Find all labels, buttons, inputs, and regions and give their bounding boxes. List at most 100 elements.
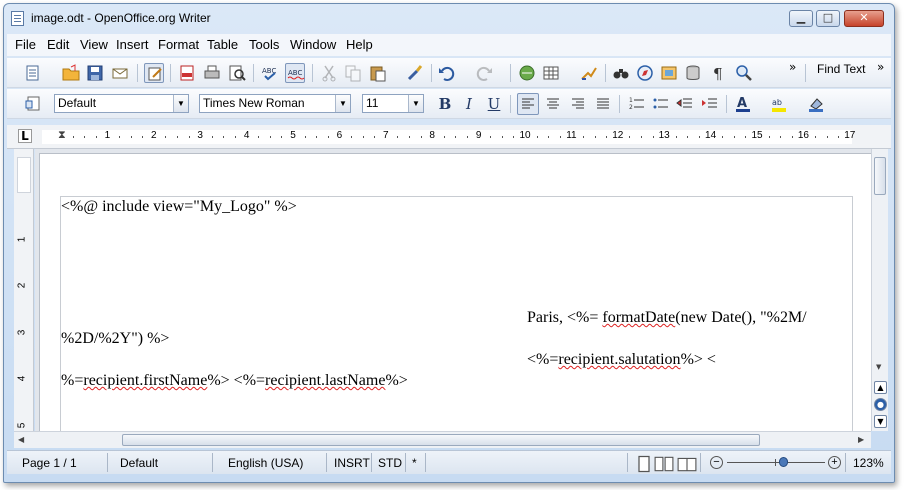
open-folder-icon[interactable]: [61, 63, 81, 83]
vertical-scroll-thumb[interactable]: [874, 157, 886, 195]
menu-tools[interactable]: Tools: [249, 37, 279, 52]
scroll-right-arrow-icon[interactable]: ▶: [858, 435, 864, 444]
new-document-icon[interactable]: [23, 63, 43, 83]
font-color-icon[interactable]: A: [733, 94, 753, 114]
save-icon[interactable]: [85, 63, 105, 83]
find-replace-icon[interactable]: [611, 63, 631, 83]
language-indicator[interactable]: English (USA): [228, 456, 303, 470]
spellcheck-icon[interactable]: ABC: [260, 63, 280, 83]
styles-formatting-icon[interactable]: [23, 94, 43, 114]
menu-window[interactable]: Window: [290, 37, 336, 52]
menu-format[interactable]: Format: [158, 37, 199, 52]
menu-edit[interactable]: Edit: [47, 37, 69, 52]
scroll-down-arrow-icon[interactable]: ▼: [876, 363, 881, 371]
zoom-icon[interactable]: [734, 63, 754, 83]
doc-line-2[interactable]: Paris, <%= formatDate(new Date(), "%2M/: [527, 309, 807, 327]
horizontal-scrollbar[interactable]: ◀ ▶: [14, 431, 871, 448]
single-page-view-icon[interactable]: [634, 454, 650, 473]
zoom-percentage[interactable]: 123%: [853, 456, 884, 470]
doc-line-3[interactable]: %2D/%2Y") %>: [61, 330, 169, 348]
font-size-select[interactable]: 11 ▼: [362, 94, 424, 113]
bullets-icon[interactable]: [651, 94, 671, 114]
menu-table[interactable]: Table: [207, 37, 238, 52]
hyperlink-icon[interactable]: [517, 63, 537, 83]
doc-line-5[interactable]: %=recipient.firstName%> <%=recipient.las…: [61, 372, 408, 390]
gallery-icon[interactable]: [659, 63, 679, 83]
increase-indent-icon[interactable]: [700, 94, 720, 114]
background-color-icon[interactable]: [806, 94, 826, 114]
print-preview-icon[interactable]: [227, 63, 247, 83]
paragraph-style-select[interactable]: Default ▼: [54, 94, 189, 113]
zoom-in-icon[interactable]: +: [828, 456, 841, 469]
chevron-down-icon[interactable]: ▼: [408, 95, 423, 112]
document-page[interactable]: <%@ include view="My_Logo" %> Paris, <%=…: [39, 153, 871, 431]
find-text-label[interactable]: Find Text: [817, 62, 865, 76]
menu-file[interactable]: File: [15, 37, 36, 52]
menu-view[interactable]: View: [80, 37, 108, 52]
undo-icon[interactable]: [437, 63, 457, 83]
vertical-ruler[interactable]: 1 2 3 4 5: [14, 149, 34, 431]
doc-line-1[interactable]: <%@ include view="My_Logo" %>: [61, 198, 297, 216]
close-button[interactable]: ✕: [844, 10, 884, 27]
zoom-slider-thumb[interactable]: [779, 457, 789, 467]
menu-insert[interactable]: Insert: [116, 37, 149, 52]
selection-mode-indicator[interactable]: STD: [378, 456, 402, 470]
document-modified-indicator[interactable]: *: [412, 456, 417, 470]
bold-icon[interactable]: B: [435, 94, 455, 114]
align-left-icon[interactable]: [517, 93, 539, 115]
tab-stop-selector[interactable]: L: [18, 129, 32, 143]
email-icon[interactable]: [110, 63, 130, 83]
justify-icon[interactable]: [593, 94, 613, 114]
underline-icon[interactable]: U: [484, 94, 504, 114]
doc-line-4[interactable]: <%=recipient.salutation%> <: [527, 351, 716, 369]
data-sources-icon[interactable]: [683, 63, 703, 83]
book-view-icon[interactable]: [677, 454, 697, 472]
next-page-icon[interactable]: ▼: [874, 415, 887, 428]
copy-icon[interactable]: [343, 63, 363, 83]
ruler-tick: [362, 136, 364, 138]
redo-icon[interactable]: [474, 63, 494, 83]
vertical-ruler-number: 3: [16, 329, 28, 336]
autospellcheck-icon[interactable]: ABC: [285, 63, 305, 83]
align-center-icon[interactable]: [543, 94, 563, 114]
horizontal-scroll-thumb[interactable]: [122, 434, 760, 446]
paste-icon[interactable]: [368, 63, 388, 83]
print-icon[interactable]: [202, 63, 222, 83]
indent-marker-icon[interactable]: ⧗: [58, 128, 66, 142]
ruler-number: 13: [658, 130, 670, 141]
draw-functions-icon[interactable]: [579, 63, 599, 83]
font-name-select[interactable]: Times New Roman ▼: [199, 94, 351, 113]
horizontal-ruler[interactable]: L ⧗ 1 2 3 4 5 6 7 8 9 10 11 12 13 14 15 16 17: [7, 125, 891, 149]
zoom-out-icon[interactable]: −: [710, 456, 723, 469]
chevron-down-icon[interactable]: ▼: [173, 95, 188, 112]
formatting-marks-icon[interactable]: ¶: [709, 63, 729, 83]
highlighting-icon[interactable]: ab: [769, 94, 789, 114]
align-right-icon[interactable]: [568, 94, 588, 114]
clone-formatting-icon[interactable]: [405, 63, 425, 83]
page-style[interactable]: Default: [120, 456, 158, 470]
edit-mode-icon[interactable]: [144, 63, 164, 83]
previous-page-icon[interactable]: ▲: [874, 381, 887, 394]
toolbar-overflow-button[interactable]: »: [789, 60, 796, 74]
export-pdf-icon[interactable]: [177, 63, 197, 83]
italic-icon[interactable]: I: [459, 94, 479, 114]
insert-mode-indicator[interactable]: INSRT: [334, 456, 370, 470]
menu-help[interactable]: Help: [346, 37, 373, 52]
vertical-scrollbar[interactable]: ▼ ▲ ● ▼: [871, 149, 888, 431]
ruler-number: 16: [797, 130, 809, 141]
chevron-down-icon[interactable]: ▼: [335, 95, 350, 112]
scroll-left-arrow-icon[interactable]: ◀: [18, 435, 24, 444]
multi-page-view-icon[interactable]: [654, 454, 674, 472]
navigator-icon[interactable]: [635, 63, 655, 83]
document-area[interactable]: <%@ include view="My_Logo" %> Paris, <%=…: [35, 149, 871, 431]
cut-icon[interactable]: [319, 63, 339, 83]
table-icon[interactable]: [541, 63, 561, 83]
navigation-icon[interactable]: ●: [874, 398, 887, 411]
minimize-button[interactable]: ▁: [789, 10, 813, 27]
decrease-indent-icon[interactable]: [675, 94, 695, 114]
maximize-button[interactable]: □: [816, 10, 840, 27]
zoom-slider-track[interactable]: [727, 462, 825, 463]
page-indicator[interactable]: Page 1 / 1: [22, 456, 77, 470]
numbering-icon[interactable]: 12: [627, 94, 647, 114]
find-overflow-button[interactable]: »: [877, 60, 884, 74]
